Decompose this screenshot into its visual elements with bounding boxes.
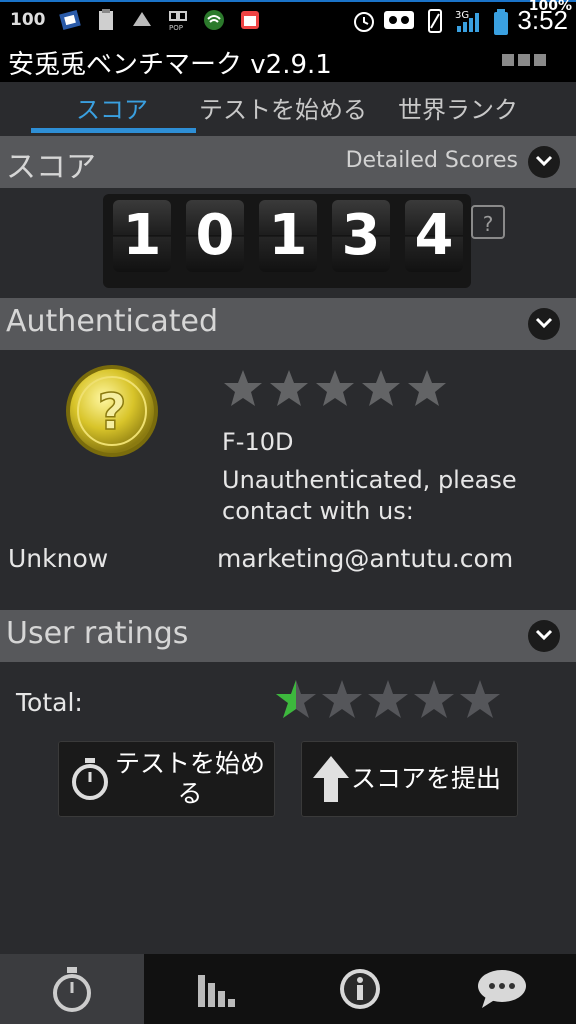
total-rating-label: Total:	[16, 688, 83, 717]
score-help-button[interactable]: ?	[471, 205, 505, 239]
star-icon[interactable]	[320, 678, 364, 722]
nav-ranking[interactable]	[144, 954, 288, 1024]
info-icon	[340, 969, 380, 1009]
voicemail-icon	[383, 8, 415, 32]
detailed-scores-link[interactable]: Detailed Scores	[346, 148, 518, 173]
tab-start-test[interactable]: テストを始める	[199, 90, 367, 125]
score-digit: 3	[332, 200, 390, 272]
nav-benchmark[interactable]	[0, 954, 144, 1024]
chevron-down-icon[interactable]	[528, 620, 560, 652]
score-digit: 1	[259, 200, 317, 272]
score-counter: 1 0 1 3 4	[103, 194, 471, 288]
chevron-down-icon[interactable]	[528, 308, 560, 340]
chat-bubble-icon	[478, 970, 526, 1008]
start-test-label-line1: テストを始め	[114, 749, 265, 778]
pop-icon: POP	[166, 8, 190, 32]
score-digit: 4	[405, 200, 463, 272]
vibrate-icon	[423, 8, 447, 33]
star-icon	[270, 370, 308, 406]
submit-score-button[interactable]: スコアを提出	[301, 741, 518, 817]
submit-score-label: スコアを提出	[351, 764, 502, 793]
bar-chart-icon	[198, 975, 235, 1007]
user-ratings-section-title: User ratings	[6, 616, 189, 651]
half-star-icon[interactable]	[274, 678, 318, 722]
user-star-rating[interactable]	[274, 678, 502, 722]
bottom-navigation	[0, 954, 576, 1024]
star-icon	[408, 370, 446, 406]
calendar-icon	[238, 8, 262, 32]
app-notification-icon	[58, 8, 82, 32]
network-type-label: 3G	[455, 10, 469, 21]
auth-status: Unknow	[8, 544, 109, 573]
auth-message-line2: contact with us:	[222, 497, 414, 525]
overflow-menu-icon[interactable]	[502, 54, 546, 66]
tab-world-rank[interactable]: 世界ランク	[398, 90, 518, 125]
status-bar: 100 POP 3G 3:52 100%	[0, 0, 576, 40]
status-accent-line	[0, 0, 576, 2]
device-model: F-10D	[222, 428, 294, 456]
star-icon[interactable]	[412, 678, 456, 722]
authenticated-star-rating	[222, 368, 448, 410]
nav-feedback[interactable]	[432, 954, 576, 1024]
stopwatch-icon	[53, 967, 91, 1012]
tab-score[interactable]: スコア	[76, 90, 148, 125]
battery-percent: 100%	[528, 0, 572, 14]
star-icon	[362, 370, 400, 406]
star-icon[interactable]	[366, 678, 410, 722]
score-section-title: スコア	[6, 150, 96, 185]
alarm-icon	[351, 8, 375, 32]
contact-email[interactable]: marketing@antutu.com	[217, 544, 513, 573]
start-test-label-line2: る	[177, 779, 203, 808]
tab-bar: スコア テストを始める 世界ランク	[0, 82, 576, 134]
start-test-button[interactable]: テストを始め る	[58, 741, 275, 817]
app-title: 安兎兎ベンチマーク v2.9.1	[8, 50, 332, 80]
score-section-header[interactable]: スコア Detailed Scores	[0, 136, 576, 188]
clipboard-icon	[94, 8, 118, 32]
auth-message-line1: Unauthenticated, please	[222, 466, 517, 494]
stopwatch-icon	[70, 757, 110, 805]
active-tab-indicator	[31, 128, 196, 133]
score-digit: 1	[113, 200, 171, 272]
notification-count: 100	[10, 10, 46, 30]
battery-icon	[493, 8, 509, 35]
authenticated-section-header[interactable]: Authenticated	[0, 298, 576, 350]
signal-3g-icon: 3G	[455, 8, 485, 32]
star-icon	[316, 370, 354, 406]
svg-text:POP: POP	[169, 24, 183, 32]
score-digit: 0	[186, 200, 244, 272]
user-ratings-section-header[interactable]: User ratings	[0, 610, 576, 662]
app-title-bar: 安兎兎ベンチマーク v2.9.1	[0, 40, 576, 82]
question-medal-icon: ?	[64, 363, 160, 459]
message-icon	[130, 8, 154, 32]
chevron-down-icon[interactable]	[528, 146, 560, 178]
wifi-icon	[202, 8, 226, 32]
nav-info[interactable]	[288, 954, 432, 1024]
star-icon[interactable]	[458, 678, 502, 722]
notification-icons: 100 POP	[10, 6, 262, 34]
upload-arrow-icon	[311, 754, 351, 808]
star-icon	[224, 370, 262, 406]
medal-symbol: ?	[97, 383, 126, 441]
authenticated-section-title: Authenticated	[6, 304, 219, 339]
